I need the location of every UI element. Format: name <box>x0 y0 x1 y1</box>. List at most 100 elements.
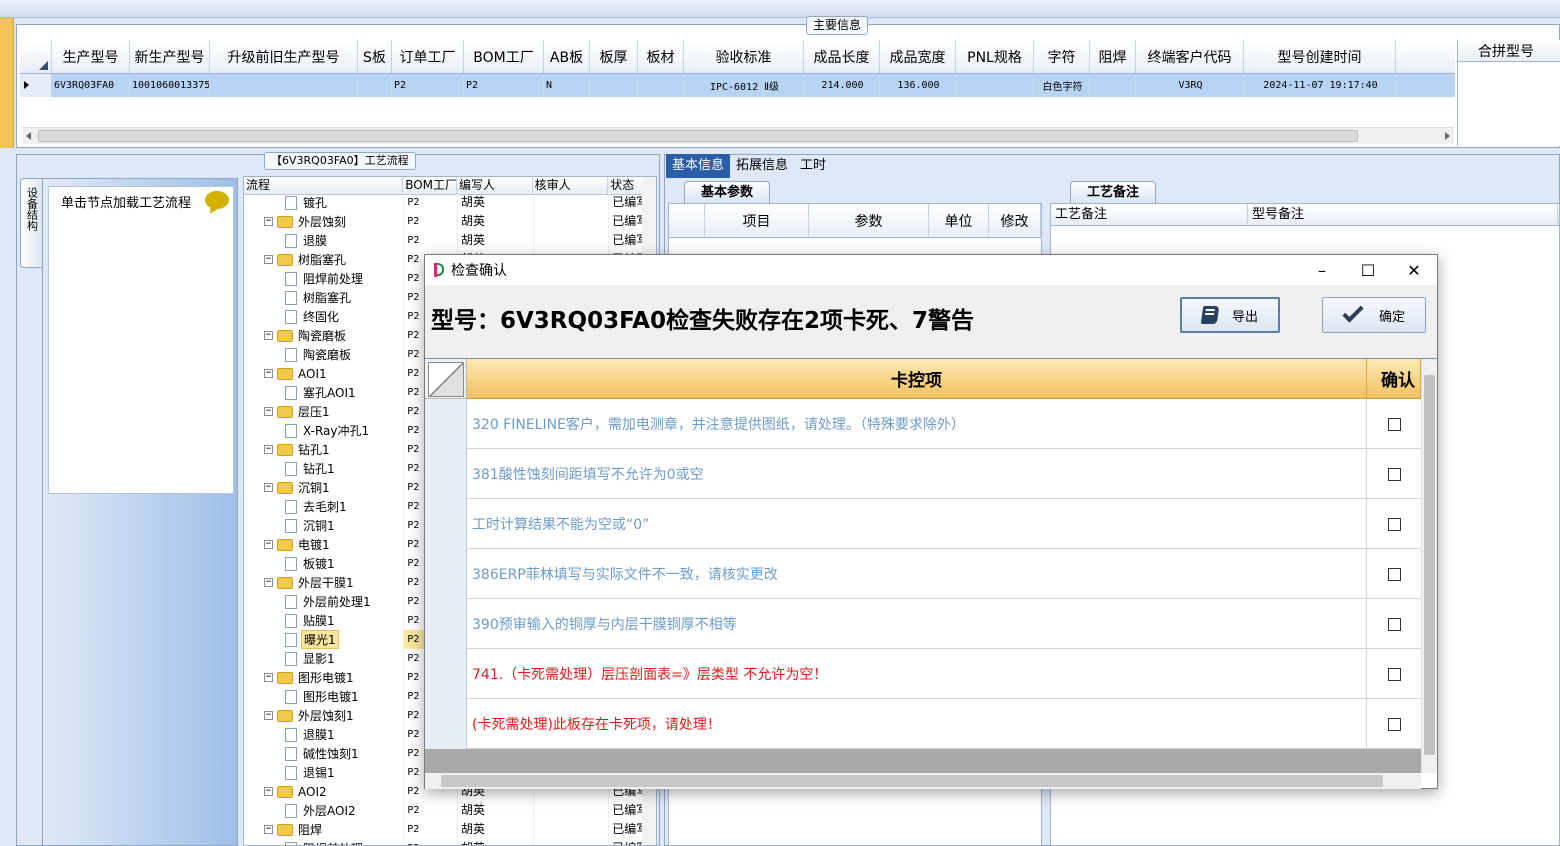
grid-corner[interactable] <box>20 40 52 73</box>
tree-node-label[interactable]: 阻焊前处理 <box>301 270 365 287</box>
tree-node-label[interactable]: 外层蚀刻1 <box>296 707 356 724</box>
main-col-header[interactable]: 升级前旧生产型号 <box>210 40 358 73</box>
tree-node-label[interactable]: 外层前处理1 <box>301 593 373 610</box>
main-cell[interactable]: 6V3RQ03FA0 <box>52 74 130 97</box>
row-header[interactable] <box>425 649 467 699</box>
main-cell[interactable]: N <box>544 74 590 97</box>
tab-extended-info[interactable]: 拓展信息 <box>730 154 794 178</box>
control-item-row[interactable]: 386ERP菲林填写与实际文件不一致，请核实更改 <box>425 549 1421 599</box>
tree-node-label[interactable]: 树脂塞孔 <box>296 251 348 268</box>
main-col-header[interactable]: 字符 <box>1034 40 1090 73</box>
tree-node-label[interactable]: 退锡1 <box>301 764 337 781</box>
export-button[interactable]: 导出 <box>1180 297 1280 333</box>
control-item-row[interactable]: 741.（卡死需处理）层压剖面表=》层类型 不允许为空！ <box>425 649 1421 699</box>
collapse-icon[interactable]: − <box>264 578 273 587</box>
tree-node-label[interactable]: 钻孔1 <box>296 441 332 458</box>
tree-node-label[interactable]: AOI1 <box>296 367 329 381</box>
tree-node-label[interactable]: 外层AOI2 <box>301 802 358 819</box>
tree-node-label[interactable]: 终固化 <box>301 308 341 325</box>
tree-node-label[interactable]: 陶瓷磨板 <box>301 346 353 363</box>
collapse-icon[interactable]: − <box>264 407 273 416</box>
main-cell[interactable]: P2 <box>392 74 464 97</box>
tree-node-label[interactable]: X-Ray冲孔1 <box>301 422 371 439</box>
scroll-right-arrow-icon[interactable] <box>1445 132 1450 140</box>
row-header[interactable] <box>425 549 467 599</box>
side-tab-equipment[interactable]: 设备结构 <box>20 178 42 268</box>
tree-node-label[interactable]: 陶瓷磨板 <box>296 327 348 344</box>
minimize-icon[interactable]: – <box>1299 255 1345 285</box>
tree-node-label[interactable]: 图形电镀1 <box>301 688 361 705</box>
tree-row[interactable]: 阻焊前处理P2胡英已编写 <box>244 839 656 845</box>
confirm-checkbox[interactable] <box>1387 417 1401 431</box>
main-cell[interactable]: 白色字符 <box>1034 74 1090 97</box>
tree-node-label[interactable]: 沉铜1 <box>296 479 332 496</box>
tree-row[interactable]: − 外层蚀刻 P2 胡英 已编写 <box>244 212 656 231</box>
close-icon[interactable]: ✕ <box>1391 255 1437 285</box>
collapse-icon[interactable]: − <box>264 825 273 834</box>
main-cell[interactable] <box>358 74 392 97</box>
row-header[interactable] <box>425 449 467 499</box>
control-item-row[interactable]: 381酸性蚀刻间距填写不允许为0或空 <box>425 449 1421 499</box>
tree-node-label[interactable]: 曝光1 <box>301 630 339 649</box>
main-cell[interactable] <box>1090 74 1136 97</box>
main-cell[interactable] <box>590 74 638 97</box>
tree-node-label[interactable]: 电镀1 <box>296 536 332 553</box>
row-header[interactable] <box>425 399 467 449</box>
tree-node-label[interactable]: 图形电镀1 <box>296 669 356 686</box>
collapse-icon[interactable]: − <box>264 673 273 682</box>
tree-col-header[interactable]: 流程 <box>244 177 404 194</box>
collapse-icon[interactable]: − <box>264 711 273 720</box>
main-cell[interactable]: P2 <box>464 74 544 97</box>
tree-node-label[interactable]: 沉铜1 <box>301 517 337 534</box>
dialog-titlebar[interactable]: 检查确认 – ☐ ✕ <box>425 255 1437 285</box>
main-col-header[interactable]: 验收标准 <box>684 40 804 73</box>
process-remarks-tab[interactable]: 工艺备注 <box>1070 181 1157 203</box>
collapse-icon[interactable]: − <box>264 331 273 340</box>
tree-node-label[interactable]: 外层蚀刻 <box>296 213 348 230</box>
maximize-icon[interactable]: ☐ <box>1345 255 1391 285</box>
collapse-icon[interactable]: − <box>264 540 273 549</box>
main-col-header[interactable]: 生产型号 <box>52 40 130 73</box>
tab-basic-info[interactable]: 基本信息 <box>666 154 731 178</box>
confirm-button[interactable]: 确定 <box>1322 297 1426 333</box>
tree-node-label[interactable]: 外层干膜1 <box>296 574 356 591</box>
main-cell[interactable]: 2024-11-07 19:17:40 <box>1244 74 1396 97</box>
main-cell[interactable] <box>638 74 684 97</box>
grid-select-all-corner[interactable] <box>425 359 467 399</box>
confirm-checkbox[interactable] <box>1387 617 1401 631</box>
tree-node-label[interactable]: 退膜 <box>301 232 329 249</box>
tab-work-hours[interactable]: 工时 <box>794 154 832 178</box>
collapse-icon[interactable]: − <box>264 255 273 264</box>
main-info-hscrollbar[interactable] <box>22 127 1454 144</box>
tree-node-label[interactable]: 钻孔1 <box>301 460 337 477</box>
tree-node-label[interactable]: 层压1 <box>296 403 332 420</box>
basic-params-tab[interactable]: 基本参数 <box>684 181 771 203</box>
main-col-header[interactable]: AB板 <box>544 40 590 73</box>
row-selector[interactable] <box>20 74 52 97</box>
grid-hscrollbar[interactable] <box>425 773 1421 789</box>
main-info-grid-row[interactable]: 6V3RQ03FA0 10010600133759 P2 P2 N IPC-6012 Ⅱ级… <box>20 74 1455 97</box>
tree-node-label[interactable]: 阻焊 <box>296 821 324 838</box>
tree-row[interactable]: − 阻焊 P2 胡英 已编写 <box>244 820 656 839</box>
tree-node-label[interactable]: 树脂塞孔 <box>301 289 353 306</box>
hscroll-thumb[interactable] <box>441 775 1383 787</box>
main-col-header[interactable]: 阻焊 <box>1090 40 1136 73</box>
confirm-checkbox[interactable] <box>1387 467 1401 481</box>
main-col-header[interactable]: 型号创建时间 <box>1244 40 1396 73</box>
load-process-box[interactable]: 单击节点加载工艺流程 <box>48 186 234 494</box>
tree-node-label[interactable]: 退膜1 <box>301 726 337 743</box>
collapse-icon[interactable]: − <box>264 787 273 796</box>
tree-node-label[interactable]: 显影1 <box>301 650 337 667</box>
main-cell[interactable]: V3RQ <box>1136 74 1244 97</box>
row-header[interactable] <box>425 499 467 549</box>
confirm-checkbox[interactable] <box>1387 667 1401 681</box>
collapse-icon[interactable]: − <box>264 369 273 378</box>
scroll-left-arrow-icon[interactable] <box>26 132 31 140</box>
tree-row[interactable]: 外层AOI2 P2 胡英 已编写 <box>244 801 656 820</box>
tree-row[interactable]: 退膜 P2 胡英 已编写 <box>244 231 656 250</box>
main-col-header[interactable]: S板 <box>358 40 392 73</box>
tree-row[interactable]: 镀孔 P2 胡英 已编写 <box>244 193 656 212</box>
control-item-row[interactable]: 320 FINELINE客户，需加电测章，并注意提供图纸，请处理。（特殊要求除外… <box>425 399 1421 449</box>
tree-node-label[interactable]: 碱性蚀刻1 <box>301 745 361 762</box>
main-col-header[interactable]: 成品长度 <box>804 40 880 73</box>
